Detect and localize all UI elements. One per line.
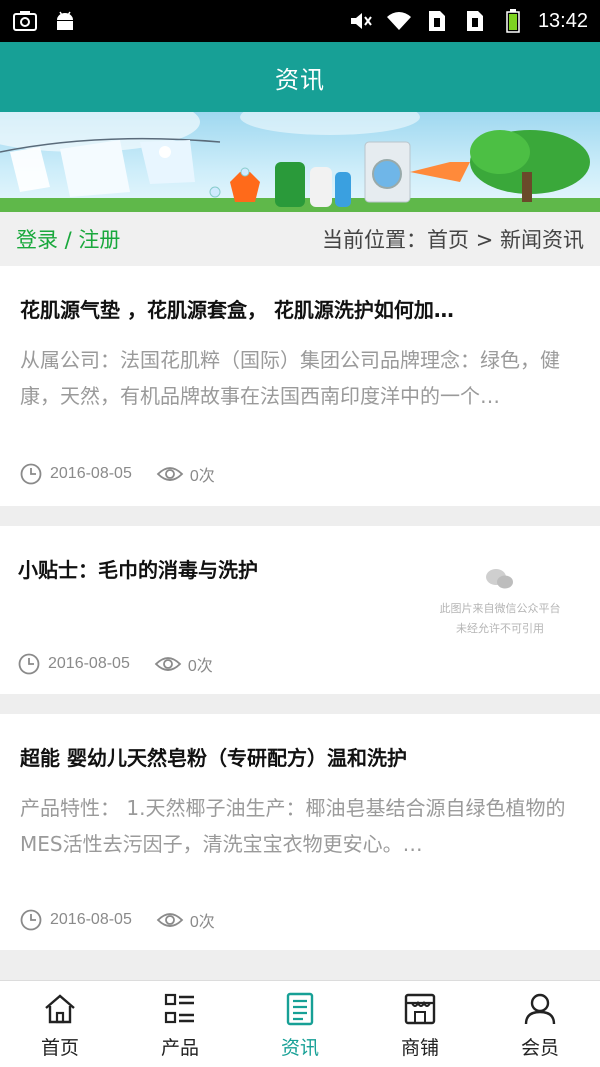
article-date: 2016-08-05 bbox=[50, 911, 132, 928]
eye-icon bbox=[156, 467, 184, 481]
article-list: 花肌源气垫 ，花肌源套盒， 花肌源洗护如何加… 从属公司：法国花肌粹（国际）集团… bbox=[0, 266, 600, 970]
article-title[interactable]: 小贴士：毛巾的消毒与洗护 bbox=[18, 554, 258, 583]
nav-news[interactable]: 资讯 bbox=[240, 981, 360, 1067]
banner-image bbox=[0, 112, 600, 212]
clock-icon bbox=[20, 909, 42, 931]
article-summary: 从属公司：法国花肌粹（国际）集团公司品牌理念：绿色，健康，天然，有机品牌故事在法… bbox=[20, 348, 560, 408]
wechat-watermark: 此图片来自微信公众平台 未经允许不可引用 bbox=[420, 566, 580, 639]
page-title: 资讯 bbox=[275, 65, 325, 94]
article-item[interactable]: 小贴士：毛巾的消毒与洗护 此图片来自微信公众平台 未经允许不可引用 2016-0… bbox=[0, 526, 600, 694]
nav-label: 商铺 bbox=[400, 1037, 439, 1059]
list-divider bbox=[0, 950, 600, 970]
nav-label: 产品 bbox=[160, 1037, 199, 1059]
screenshot-icon bbox=[12, 8, 38, 34]
article-date: 2016-08-05 bbox=[48, 655, 130, 672]
list-divider bbox=[0, 506, 600, 526]
login-register-link[interactable]: 登录 / 注册 bbox=[16, 224, 120, 254]
article-item[interactable]: 超能 婴幼儿天然皂粉（专研配方）温和洗护 产品特性： 1.天然椰子油生产：椰油皂… bbox=[0, 714, 600, 950]
android-icon bbox=[52, 8, 78, 34]
sim2-icon bbox=[462, 8, 488, 34]
app-header: 资讯 bbox=[0, 42, 600, 112]
article-views: 0次 bbox=[189, 468, 215, 485]
mute-icon bbox=[348, 8, 374, 34]
article-views: 0次 bbox=[189, 914, 215, 931]
article-title[interactable]: 花肌源气垫 ，花肌源套盒， 花肌源洗护如何加… bbox=[20, 294, 580, 323]
list-divider bbox=[0, 694, 600, 714]
article-item[interactable]: 花肌源气垫 ，花肌源套盒， 花肌源洗护如何加… 从属公司：法国花肌粹（国际）集团… bbox=[0, 266, 600, 506]
watermark-line: 未经允许不可引用 bbox=[456, 622, 544, 635]
bottom-nav: 首页 产品 资讯 商铺 会员 bbox=[0, 980, 600, 1067]
sim1-icon bbox=[424, 8, 450, 34]
breadcrumb: 当前位置：首页 > 新闻资讯 bbox=[322, 228, 584, 252]
battery-icon bbox=[500, 8, 526, 34]
clock-icon bbox=[20, 463, 42, 485]
shop-icon bbox=[404, 993, 436, 1025]
wifi-icon bbox=[386, 8, 412, 34]
status-time: 13:42 bbox=[537, 9, 588, 32]
user-icon bbox=[524, 993, 556, 1025]
article-meta: 2016-08-05 0次 bbox=[20, 908, 215, 932]
wechat-icon bbox=[486, 569, 513, 589]
nav-shop[interactable]: 商铺 bbox=[360, 981, 480, 1067]
home-icon bbox=[45, 994, 75, 1024]
clock-icon bbox=[18, 653, 40, 675]
article-title[interactable]: 超能 婴幼儿天然皂粉（专研配方）温和洗护 bbox=[20, 742, 407, 771]
nav-label: 会员 bbox=[520, 1037, 559, 1059]
article-summary: 产品特性： 1.天然椰子油生产：椰油皂基结合源自绿色植物的MES活性去污因子，清… bbox=[20, 796, 566, 856]
nav-home[interactable]: 首页 bbox=[0, 981, 120, 1067]
article-meta: 2016-08-05 0次 bbox=[20, 462, 215, 486]
grid-list-icon bbox=[164, 993, 194, 1024]
breadcrumb-bar: 登录 / 注册 当前位置：首页 > 新闻资讯 bbox=[0, 212, 600, 266]
nav-member[interactable]: 会员 bbox=[480, 981, 600, 1067]
document-icon bbox=[286, 992, 314, 1026]
article-date: 2016-08-05 bbox=[50, 465, 132, 482]
eye-icon bbox=[156, 913, 184, 927]
watermark-line: 此图片来自微信公众平台 bbox=[439, 602, 561, 615]
nav-label: 资讯 bbox=[280, 1037, 319, 1059]
nav-label: 首页 bbox=[40, 1037, 79, 1059]
nav-products[interactable]: 产品 bbox=[120, 981, 240, 1067]
article-views: 0次 bbox=[187, 658, 213, 675]
article-meta: 2016-08-05 0次 bbox=[18, 652, 213, 676]
status-bar: 13:42 bbox=[0, 0, 600, 42]
eye-icon bbox=[154, 657, 182, 671]
